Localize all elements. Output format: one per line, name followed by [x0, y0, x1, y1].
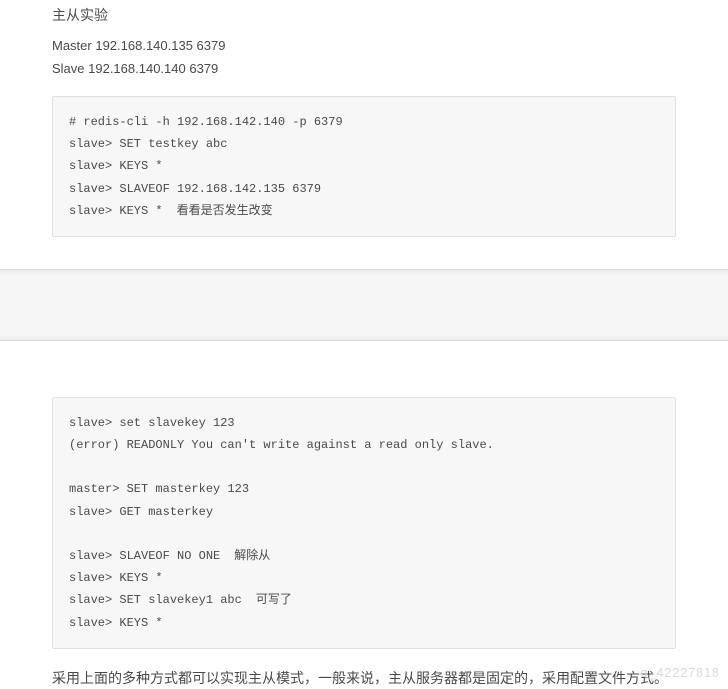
slave-line: Slave 192.168.140.140 6379: [52, 59, 676, 80]
code-line: slave> KEYS *: [69, 616, 163, 630]
code-line: slave> KEYS *: [69, 204, 163, 218]
code-line: slave> KEYS *: [69, 571, 163, 585]
code-line: slave> SET testkey abc: [69, 137, 227, 151]
code-block-1: # redis-cli -h 192.168.142.140 -p 6379 s…: [52, 96, 676, 237]
conclusion-paragraph: 采用上面的多种方式都可以实现主从模式，一般来说，主从服务器都是固定的，采用配置文…: [0, 663, 728, 689]
code-line: master> SET masterkey 123: [69, 482, 249, 496]
code-annotation: 可写了: [256, 593, 292, 607]
master-line: Master 192.168.140.135 6379: [52, 36, 676, 57]
code-line: slave> SLAVEOF 192.168.142.135 6379: [69, 182, 321, 196]
code-line: (error) READONLY You can't write against…: [69, 438, 494, 452]
section-heading: 主从实验: [52, 4, 676, 26]
code-line: # redis-cli -h 192.168.142.140 -p 6379: [69, 115, 343, 129]
code-line: slave> set slavekey 123: [69, 416, 235, 430]
page-divider: [0, 269, 728, 341]
code-annotation: 看看是否发生改变: [177, 204, 273, 218]
code-line: slave> KEYS *: [69, 159, 163, 173]
code-block-2: slave> set slavekey 123 (error) READONLY…: [52, 397, 676, 649]
section-slave-write-test: slave> set slavekey 123 (error) READONLY…: [0, 341, 728, 663]
section-master-slave-experiment: 主从实验 Master 192.168.140.135 6379 Slave 1…: [0, 0, 728, 265]
code-line: slave> SLAVEOF NO ONE: [69, 549, 220, 563]
code-annotation: 解除从: [234, 549, 270, 563]
code-line: slave> SET slavekey1 abc: [69, 593, 242, 607]
code-line: slave> GET masterkey: [69, 505, 213, 519]
